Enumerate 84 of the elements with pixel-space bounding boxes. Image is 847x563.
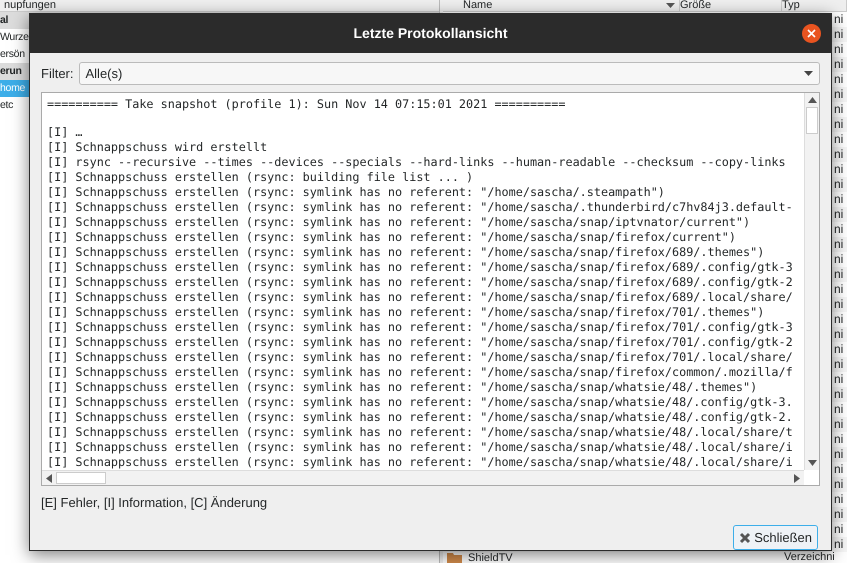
log-line: [I] Schnappschuss erstellen (rsync: symlink has no referent: "/home/sascha/snap/firefox/689/.config/gtk-2 [47, 275, 794, 290]
file-type: ni [834, 132, 844, 147]
file-type: ni [834, 252, 844, 267]
log-line: [I] Schnappschuss erstellen (rsync: symlink has no referent: "/home/sascha/snap/firefox/689/.config/gtk-3 [47, 260, 794, 275]
file-type: ni [834, 492, 844, 507]
log-line: [I] Schnappschuss erstellen (rsync: symlink has no referent: "/home/sascha/snap/iptvnator/current") [47, 215, 752, 230]
file-type: ni [834, 312, 844, 327]
file-type: ni [834, 12, 844, 27]
horizontal-scrollbar[interactable] [42, 470, 804, 484]
column-header[interactable]: Name [443, 0, 680, 11]
file-type: ni [834, 537, 844, 552]
log-line: [I] Schnappschuss erstellen (rsync: symlink has no referent: "/home/sascha/snap/firefox/701/.config/gtk-2 [47, 335, 794, 350]
file-type: ni [834, 387, 844, 402]
log-line: [I] Schnappschuss erstellen (rsync: building file list ... ) [47, 170, 474, 185]
arrow-left-icon [46, 474, 52, 482]
file-type: ni [834, 327, 844, 342]
file-type: ni [834, 177, 844, 192]
close-dialog-button[interactable]: Schließen [733, 525, 818, 550]
dialog-title: Letzte Protokollansicht [353, 24, 508, 43]
log-line: [I] Schnappschuss erstellen (rsync: symlink has no referent: "/home/sascha/snap/whatsie/48/.config/gtk-3. [47, 395, 794, 410]
file-type: ni [834, 267, 844, 282]
log-line: [I] Schnappschuss erstellen (rsync: symlink has no referent: "/home/sascha/snap/firefox/701/.config/gtk-3 [47, 320, 794, 335]
log-line: [I] … [47, 125, 84, 140]
log-line: [I] Schnappschuss erstellen (rsync: symlink has no referent: "/home/sascha/snap/whatsie/48/.config/gtk-2. [47, 410, 794, 425]
file-type: ni [834, 222, 844, 237]
log-line: [I] Schnappschuss erstellen (rsync: symlink has no referent: "/home/sascha/snap/firefox/689/.local/share/ [47, 290, 794, 305]
log-line: [I] Schnappschuss erstellen (rsync: symlink has no referent: "/home/sascha/snap/firefox/common/.mozilla/f [47, 365, 794, 380]
legend-text: [E] Fehler, [I] Information, [C] Änderung [41, 494, 268, 512]
file-type: ni [834, 522, 844, 537]
file-type: ni [834, 237, 844, 252]
arrow-down-icon [808, 460, 817, 466]
filter-value: Alle(s) [86, 64, 122, 83]
file-type: ni [834, 207, 844, 222]
file-type: ni [834, 192, 844, 207]
sort-arrow-icon [666, 3, 675, 8]
file-type: ni [834, 102, 844, 117]
file-type: ni [834, 72, 844, 87]
log-line: [I] Schnappschuss erstellen (rsync: symlink has no referent: "/home/sascha/.steampath") [47, 185, 666, 200]
file-type: ni [834, 282, 844, 297]
file-type: ni [834, 432, 844, 447]
scrollbar-thumb[interactable] [806, 107, 818, 134]
file-type: ni [834, 297, 844, 312]
file-type: ni [834, 507, 844, 522]
log-line: [I] Schnappschuss erstellen (rsync: symlink has no referent: "/home/sascha/snap/whatsie/48/.local/share/i [47, 455, 794, 470]
arrow-right-icon [794, 474, 800, 482]
log-line: [I] rsync --recursive --times --devices --specials --hard-links --human-readable --checksum --copy-links [47, 155, 787, 170]
column-header[interactable]: Typ [782, 0, 847, 11]
filter-dropdown[interactable]: Alle(s) [78, 62, 820, 85]
close-icon [739, 532, 752, 544]
file-type: ni [834, 117, 844, 132]
close-button[interactable] [802, 24, 821, 43]
log-line: [I] Schnappschuss erstellen (rsync: symlink has no referent: "/home/sascha/snap/firefox/701/.themes") [47, 305, 766, 320]
log-line: [I] Schnappschuss erstellen (rsync: symlink has no referent: "/home/sascha/snap/whatsie/48/.local/share/i [47, 440, 794, 455]
file-type: ni [834, 477, 844, 492]
log-line: [I] Schnappschuss erstellen (rsync: symlink has no referent: "/home/sascha/snap/whatsie/48/.local/share/t [47, 425, 794, 440]
vertical-scrollbar[interactable] [804, 93, 819, 470]
log-line: [I] Schnappschuss erstellen (rsync: symlink has no referent: "/home/sascha/snap/firefox/689/.themes") [47, 245, 766, 260]
file-type: ni [834, 57, 844, 72]
file-type: ni [834, 42, 844, 57]
file-type: ni [834, 27, 844, 42]
log-line: [I] Schnappschuss erstellen (rsync: symlink has no referent: "/home/sascha/snap/firefox/current") [47, 230, 737, 245]
log-line: [I] Schnappschuss wird erstellt [47, 140, 268, 155]
close-icon [807, 29, 816, 38]
file-type: ni [834, 417, 844, 432]
log-line: [I] Schnappschuss erstellen (rsync: symlink has no referent: "/home/sascha/snap/firefox/701/.local/share/ [47, 350, 794, 365]
file-type: ni [834, 402, 844, 417]
file-type: ni [834, 462, 844, 477]
log-line: [I] Schnappschuss erstellen (rsync: symlink has no referent: "/home/sascha/.thunderbird/c7hv84j3.default- [47, 200, 794, 215]
column-header[interactable]: Größe [680, 0, 782, 11]
file-type: ni [834, 147, 844, 162]
log-header: ========== Take snapshot (profile 1): Sun Nov 14 07:15:01 2021 ========== [47, 97, 566, 112]
file-type: ni [834, 447, 844, 462]
file-name: ShieldTV [468, 552, 513, 563]
file-type: ni [834, 342, 844, 357]
scrollbar-thumb[interactable] [56, 472, 106, 484]
file-type: ni [834, 162, 844, 177]
filter-label: Filter: [41, 64, 74, 83]
file-type: ni [834, 357, 844, 372]
column-header[interactable]: nupfungen [0, 0, 439, 12]
file-type: ni [834, 372, 844, 387]
file-type: ni [834, 87, 844, 102]
file-type: Verzeichni [784, 552, 835, 563]
log-line: [I] Schnappschuss erstellen (rsync: symlink has no referent: "/home/sascha/snap/whatsie/48/.themes") [47, 380, 758, 395]
arrow-up-icon [808, 97, 817, 103]
